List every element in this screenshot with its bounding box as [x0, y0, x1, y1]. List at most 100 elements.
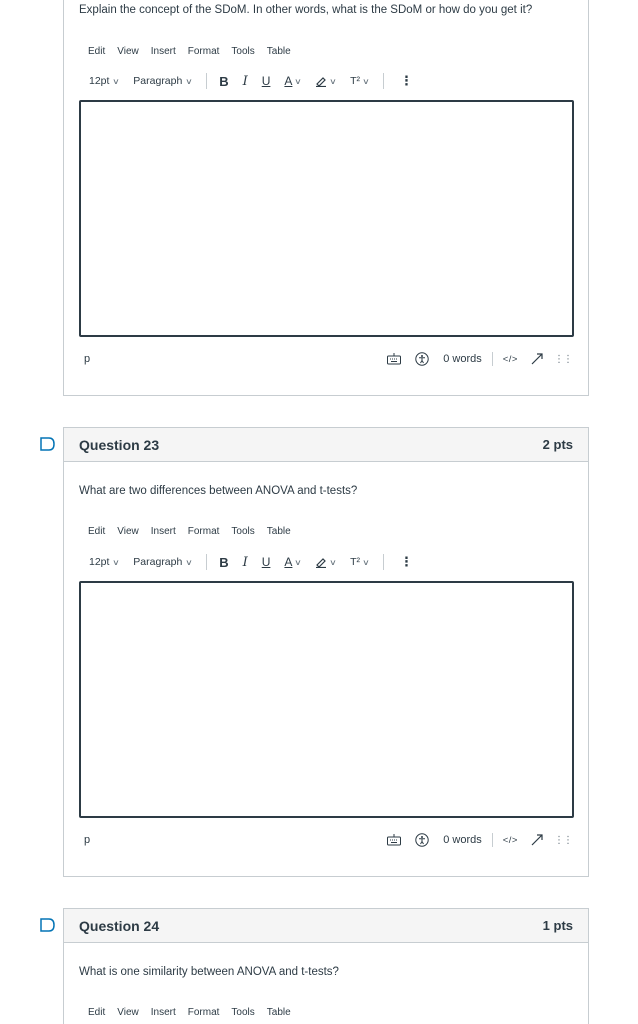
menu-format[interactable]: Format [188, 46, 220, 57]
chevron-down-icon: ∨ [112, 76, 121, 86]
menu-insert[interactable]: Insert [151, 1007, 176, 1018]
menu-tools[interactable]: Tools [231, 526, 254, 537]
statusbar-right: 0 words </> ⋮⋮ [377, 833, 574, 847]
question-header: Question 23 2 pts [64, 428, 588, 462]
menu-tools[interactable]: Tools [231, 1007, 254, 1018]
question-card-24: Question 24 1 pts What is one similarity… [63, 908, 589, 1024]
more-options-button[interactable]: ⋮ [400, 554, 413, 570]
highlight-button[interactable]: ∨ [315, 556, 338, 568]
superscript-icon: T² [350, 556, 361, 568]
italic-button[interactable]: I [243, 555, 248, 570]
underline-button[interactable]: U [262, 74, 271, 88]
flag-question-icon[interactable] [40, 437, 56, 451]
menu-view[interactable]: View [117, 1007, 139, 1018]
question-text: Explain the concept of the SDoM. In othe… [79, 4, 533, 16]
statusbar-divider [491, 833, 493, 847]
toolbar-divider [206, 73, 208, 89]
block-format-select[interactable]: Paragraph ∨ [133, 556, 194, 568]
font-size-value: 12pt [89, 556, 110, 568]
question-card-22: Explain the concept of the SDoM. In othe… [63, 0, 589, 396]
menu-view[interactable]: View [117, 526, 139, 537]
menu-insert[interactable]: Insert [151, 46, 176, 57]
chevron-down-icon: ∨ [329, 76, 338, 86]
menu-format[interactable]: Format [188, 1007, 220, 1018]
menu-table[interactable]: Table [267, 46, 291, 57]
word-count: 0 words [443, 834, 482, 846]
rich-text-editor[interactable] [79, 100, 574, 337]
question-card-23: Question 23 2 pts What are two differenc… [63, 427, 589, 877]
underline-button[interactable]: U [262, 555, 271, 569]
quiz-page: Explain the concept of the SDoM. In othe… [0, 0, 638, 1024]
element-path[interactable]: p [84, 353, 90, 365]
resize-handle-icon[interactable]: ⋮⋮ [554, 835, 573, 846]
word-count: 0 words [443, 353, 482, 365]
fullscreen-icon[interactable] [530, 833, 544, 847]
question-header: Question 24 1 pts [64, 909, 588, 943]
editor-menubar: Edit View Insert Format Tools Table [88, 46, 291, 57]
menu-table[interactable]: Table [267, 526, 291, 537]
superscript-button[interactable]: T² ∨ [350, 556, 370, 568]
highlighter-icon [316, 558, 327, 568]
highlight-button[interactable]: ∨ [315, 75, 338, 87]
html-editor-toggle[interactable]: </> [503, 835, 518, 846]
resize-handle-icon[interactable]: ⋮⋮ [554, 354, 573, 365]
toolbar-divider [382, 73, 384, 89]
question-text: What is one similarity between ANOVA and… [79, 966, 339, 978]
statusbar-right: 0 words </> ⋮⋮ [377, 352, 574, 366]
font-size-select[interactable]: 12pt ∨ [89, 556, 121, 568]
editor-toolbar: 12pt ∨ Paragraph ∨ B I U A ∨ ∨ T² ∨ ⋮ [89, 552, 427, 572]
menu-tools[interactable]: Tools [231, 46, 254, 57]
bold-button[interactable]: B [219, 74, 228, 89]
menu-edit[interactable]: Edit [88, 46, 105, 57]
menu-view[interactable]: View [117, 46, 139, 57]
chevron-down-icon: ∨ [362, 76, 370, 86]
html-editor-toggle[interactable]: </> [503, 354, 518, 365]
text-color-icon: A [284, 74, 293, 88]
italic-button[interactable]: I [243, 74, 248, 89]
question-text: What are two differences between ANOVA a… [79, 485, 358, 497]
editor-menubar: Edit View Insert Format Tools Table [88, 526, 291, 537]
accessibility-icon[interactable] [415, 833, 429, 847]
accessibility-icon[interactable] [415, 352, 429, 366]
question-points: 1 pts [542, 918, 573, 933]
toolbar-divider [382, 554, 384, 570]
chevron-down-icon: ∨ [185, 76, 194, 86]
font-size-value: 12pt [89, 75, 110, 87]
text-color-icon: A [284, 555, 293, 569]
toolbar-divider [206, 554, 208, 570]
superscript-icon: T² [350, 75, 361, 87]
highlighter-icon [316, 77, 327, 87]
block-format-select[interactable]: Paragraph ∨ [133, 75, 194, 87]
statusbar-divider [491, 352, 493, 366]
fullscreen-icon[interactable] [530, 352, 544, 366]
question-title: Question 23 [79, 436, 160, 453]
question-points: 2 pts [542, 437, 573, 452]
chevron-down-icon: ∨ [329, 557, 338, 567]
chevron-down-icon: ∨ [294, 557, 303, 567]
bold-button[interactable]: B [219, 555, 228, 570]
editor-menubar: Edit View Insert Format Tools Table [88, 1007, 291, 1018]
superscript-button[interactable]: T² ∨ [350, 75, 370, 87]
element-path[interactable]: p [84, 834, 90, 846]
text-color-button[interactable]: A ∨ [284, 74, 303, 88]
editor-statusbar: p 0 words </> ⋮⋮ [79, 349, 574, 369]
keyboard-icon[interactable] [387, 353, 402, 365]
editor-statusbar: p 0 words </> ⋮⋮ [79, 830, 574, 850]
menu-insert[interactable]: Insert [151, 526, 176, 537]
more-options-button[interactable]: ⋮ [400, 73, 413, 89]
rich-text-editor[interactable] [79, 581, 574, 818]
chevron-down-icon: ∨ [112, 557, 121, 567]
font-size-select[interactable]: 12pt ∨ [89, 75, 121, 87]
chevron-down-icon: ∨ [294, 76, 303, 86]
menu-edit[interactable]: Edit [88, 1007, 105, 1018]
editor-toolbar: 12pt ∨ Paragraph ∨ B I U A ∨ ∨ T² ∨ ⋮ [89, 71, 427, 91]
flag-question-icon[interactable] [40, 918, 56, 932]
text-color-button[interactable]: A ∨ [284, 555, 303, 569]
question-title: Question 24 [79, 917, 160, 934]
menu-table[interactable]: Table [267, 1007, 291, 1018]
menu-format[interactable]: Format [188, 526, 220, 537]
keyboard-icon[interactable] [387, 834, 402, 846]
menu-edit[interactable]: Edit [88, 526, 105, 537]
chevron-down-icon: ∨ [185, 557, 194, 567]
block-format-value: Paragraph [133, 556, 183, 568]
